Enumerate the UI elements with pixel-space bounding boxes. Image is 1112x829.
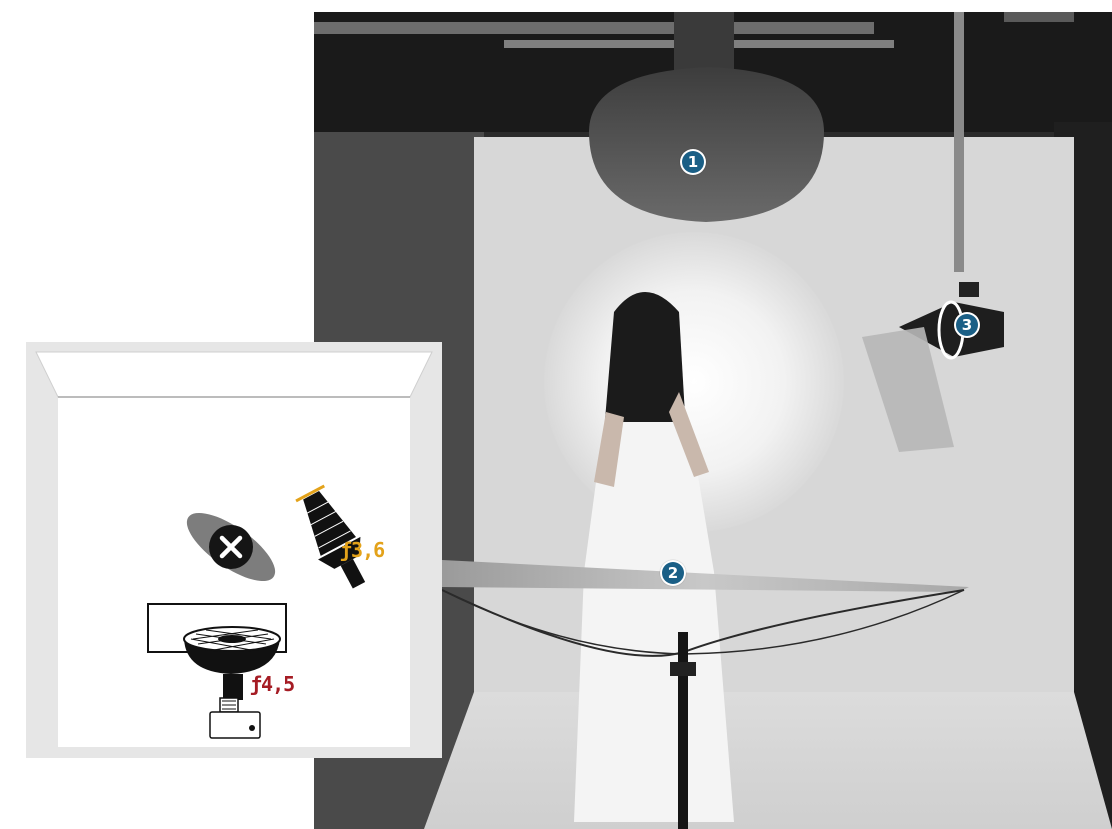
lighting-diagram: ƒ3,6 ƒ4,5 [26,342,442,758]
scrim-marker-2: 2 [660,560,686,586]
light-marker-3-number: 3 [956,314,978,336]
light-marker-3: 3 [954,312,980,338]
light-marker-1-number: 1 [682,151,704,173]
beauty-dish-fstop-label: ƒ4,5 [250,672,295,696]
snoot-fstop-label: ƒ3,6 [340,538,385,562]
scrim-marker-2-number: 2 [662,562,684,584]
light-marker-1: 1 [680,149,706,175]
